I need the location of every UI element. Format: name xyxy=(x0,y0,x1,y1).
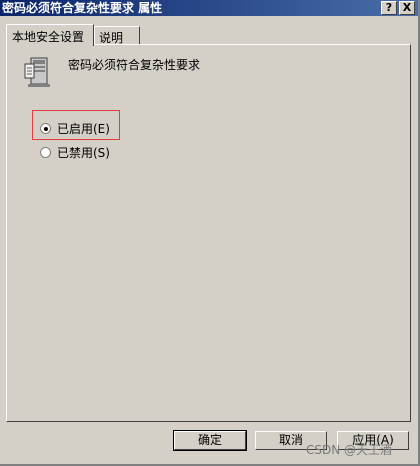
ok-button[interactable]: 确定 xyxy=(173,430,247,451)
watermark: CSDN @天王酒 xyxy=(306,443,393,457)
policy-name: 密码必须符合复杂性要求 xyxy=(68,58,201,72)
close-button[interactable]: X xyxy=(399,1,415,15)
server-policy-icon xyxy=(22,54,52,88)
help-button[interactable]: ? xyxy=(381,1,397,15)
title-bar: 密码必须符合复杂性要求 属性 xyxy=(0,0,418,16)
disabled-option[interactable]: 已禁用(S) xyxy=(40,145,110,160)
disabled-radio[interactable] xyxy=(40,146,51,158)
tab-local-security-setting[interactable]: 本地安全设置 xyxy=(6,24,94,46)
enabled-radio[interactable] xyxy=(40,122,51,134)
window-title: 密码必须符合复杂性要求 属性 xyxy=(2,1,163,15)
enabled-label: 已启用(E) xyxy=(57,121,110,136)
tab-panel xyxy=(6,44,411,422)
enabled-option[interactable]: 已启用(E) xyxy=(40,121,110,136)
properties-dialog: 密码必须符合复杂性要求 属性 ? X 本地安全设置 说明 密码必须符合复杂性要求… xyxy=(0,0,420,466)
disabled-label: 已禁用(S) xyxy=(57,145,110,160)
tab-explain[interactable]: 说明 xyxy=(94,26,140,45)
